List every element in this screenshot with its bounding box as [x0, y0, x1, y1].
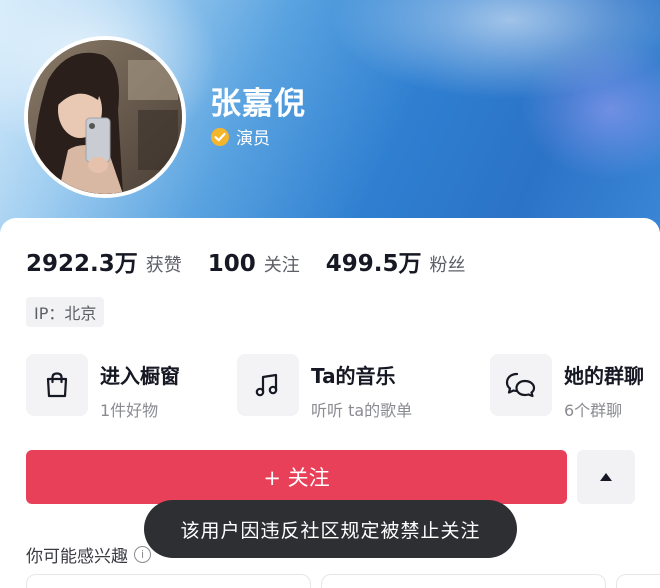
more-options-button[interactable] [577, 450, 635, 504]
feature-title: 进入橱窗 [100, 364, 180, 388]
suggestions-label: 你可能感兴趣 [26, 547, 128, 567]
suggested-user-card[interactable] [26, 574, 311, 588]
avatar[interactable] [24, 36, 186, 198]
profile-name: 张嘉倪 [210, 86, 306, 122]
feature-title: Ta的音乐 [311, 364, 396, 388]
feature-title: 她的群聊 [564, 364, 644, 388]
suggested-user-card[interactable] [616, 574, 660, 588]
follow-button[interactable]: + 关注 [26, 450, 567, 504]
stat-following[interactable]: 100 关注 [208, 251, 300, 277]
shopping-bag-icon [26, 354, 88, 416]
feature-subtitle: 1件好物 [100, 401, 159, 420]
stat-followers[interactable]: 499.5万 粉丝 [326, 244, 466, 278]
suggested-user-card[interactable] [321, 574, 606, 588]
stat-likes[interactable]: 2922.3万 获赞 [26, 244, 182, 278]
feature-shop-window[interactable]: 进入橱窗 1件好物 [26, 354, 180, 421]
stat-value: 100 [207, 251, 256, 277]
feature-group-chat[interactable]: 她的群聊 6个群聊 [490, 354, 644, 421]
suggestions-header: 你可能感兴趣 i [26, 542, 151, 567]
verified-badge-icon [211, 127, 229, 146]
toast-message: 该用户因违反社区规定被禁止关注 [144, 500, 517, 558]
stat-label: 粉丝 [429, 255, 466, 276]
ip-location-tag: IP：北京 [26, 297, 105, 327]
stat-value: 2922.3万 [26, 251, 138, 277]
music-note-icon [237, 354, 299, 416]
feature-subtitle: 听听 ta的歌单 [311, 401, 413, 420]
verified-label: 演员 [236, 129, 270, 149]
chat-bubble-icon [490, 354, 552, 416]
feature-music[interactable]: Ta的音乐 听听 ta的歌单 [237, 354, 412, 421]
stat-value: 499.5万 [325, 251, 422, 277]
stat-label: 获赞 [145, 255, 182, 276]
info-icon[interactable]: i [134, 546, 151, 563]
stat-label: 关注 [263, 255, 300, 276]
verified-info: 演员 [210, 124, 270, 149]
caret-up-icon [600, 473, 612, 481]
feature-subtitle: 6个群聊 [564, 401, 623, 420]
stats-row: 2922.3万 获赞 100 关注 499.5万 粉丝 [26, 244, 492, 278]
